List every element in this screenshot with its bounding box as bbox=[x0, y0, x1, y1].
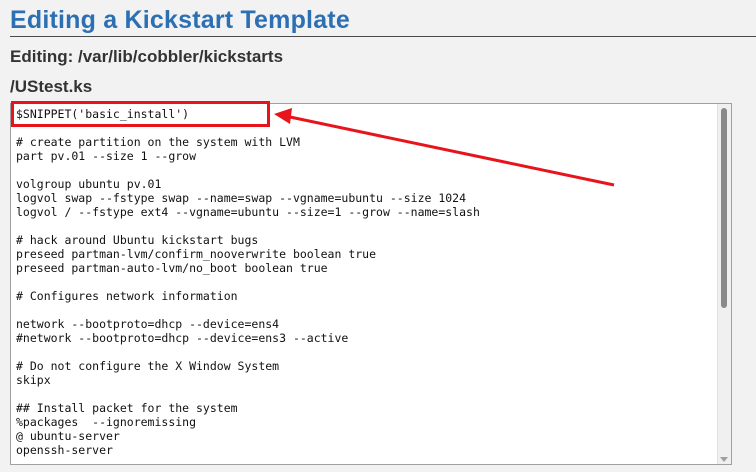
kickstart-editor-textarea[interactable]: $SNIPPET('basic_install') # create parti… bbox=[10, 103, 732, 465]
file-name-heading: /UStest.ks bbox=[10, 77, 93, 96]
title-divider bbox=[10, 36, 756, 37]
scrollbar-thumb[interactable] bbox=[721, 108, 727, 308]
code-line: # create partition on the system with LV… bbox=[16, 135, 300, 149]
code-line: preseed partman-auto-lvm/no_boot boolean… bbox=[16, 261, 328, 275]
code-line: openssh-server bbox=[16, 443, 113, 457]
editor-content[interactable]: $SNIPPET('basic_install') # create parti… bbox=[16, 107, 480, 457]
code-line: ## Install packet for the system bbox=[16, 401, 238, 415]
code-line: #network --bootproto=dhcp --device=ens3 … bbox=[16, 331, 349, 345]
code-line: skipx bbox=[16, 373, 51, 387]
code-line: part pv.01 --size 1 --grow bbox=[16, 149, 197, 163]
code-line: volgroup ubuntu pv.01 bbox=[16, 177, 162, 191]
scroll-down-arrow-icon[interactable] bbox=[720, 457, 728, 462]
code-line: @ ubuntu-server bbox=[16, 429, 120, 443]
code-line: $SNIPPET('basic_install') bbox=[16, 107, 190, 121]
code-line: logvol swap --fstype swap --name=swap --… bbox=[16, 191, 467, 205]
code-line: %packages --ignoremissing bbox=[16, 415, 197, 429]
code-line: network --bootproto=dhcp --device=ens4 bbox=[16, 317, 280, 331]
editor-scrollbar[interactable] bbox=[717, 104, 731, 464]
code-line: # Do not configure the X Window System bbox=[16, 359, 280, 373]
code-line: preseed partman-lvm/confirm_nooverwrite … bbox=[16, 247, 377, 261]
code-line: # hack around Ubuntu kickstart bugs bbox=[16, 233, 259, 247]
editing-path-heading: Editing: /var/lib/cobbler/kickstarts bbox=[10, 47, 284, 66]
code-line: logvol / --fstype ext4 --vgname=ubuntu -… bbox=[16, 205, 480, 219]
page-title: Editing a Kickstart Template bbox=[10, 6, 350, 34]
code-line: # Configures network information bbox=[16, 289, 238, 303]
